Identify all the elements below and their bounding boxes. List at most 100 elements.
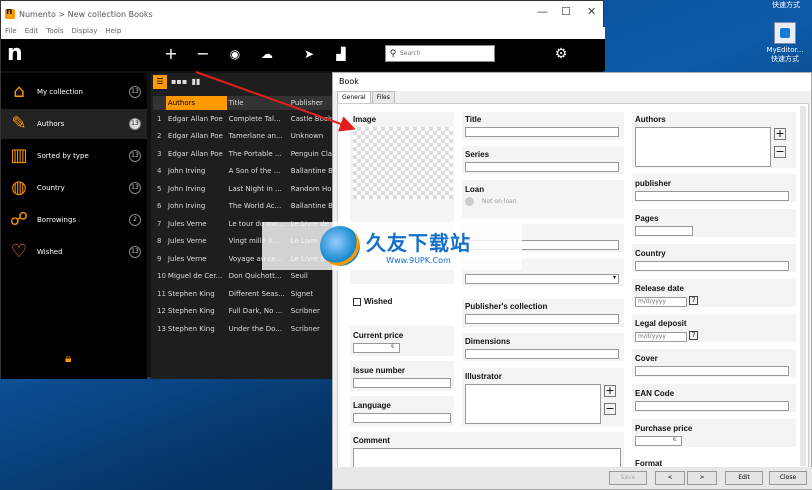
table-row[interactable]: 5 John Irving Last Night in ... Random Hous xyxy=(153,180,343,198)
table-row[interactable]: 12 Stephen King Full Dark, No ... Scribner xyxy=(153,303,343,321)
search-box[interactable]: ⚲ xyxy=(385,45,495,62)
save-button[interactable]: Save xyxy=(609,471,647,485)
count-badge: 13 xyxy=(129,86,141,98)
country-input[interactable] xyxy=(635,261,789,271)
table-row[interactable]: 13 Stephen King Under the Do... Scribner xyxy=(153,320,343,338)
sidebar-item-authors[interactable]: ✎ Authors 13 xyxy=(1,109,147,139)
edit-button[interactable]: Edit xyxy=(725,471,763,485)
count-badge: 13 xyxy=(129,246,141,258)
table-row[interactable]: 1 Edgar Allan Poe Complete Tal... Castle Bo… xyxy=(153,110,343,128)
search-input[interactable] xyxy=(400,47,492,60)
cell-author: Jules Verne xyxy=(167,219,207,228)
legal-deposit-input[interactable] xyxy=(635,331,687,342)
list-view-icon[interactable]: ☰ xyxy=(153,75,167,89)
loan-status-icon xyxy=(465,197,474,206)
add-illustrator-button[interactable]: + xyxy=(604,385,616,397)
wished-field: Wished xyxy=(353,297,392,309)
close-button[interactable]: Close xyxy=(769,471,807,485)
wished-checkbox[interactable] xyxy=(353,297,361,306)
calendar-icon[interactable]: 7 xyxy=(689,331,698,340)
table-row[interactable]: 3 Edgar Allan Poe The Portable ... Penguin … xyxy=(153,145,343,163)
sidebar-item-my-collection[interactable]: ⌂ My collection 13 xyxy=(1,77,147,107)
grid-view-icon[interactable]: ▪▪▪ xyxy=(171,75,187,89)
dropdown-select[interactable]: ▾ xyxy=(465,274,619,284)
cell-number: 8 xyxy=(157,237,162,246)
cell-title: Complete Tal... xyxy=(228,114,281,123)
remove-author-button[interactable]: − xyxy=(774,146,786,158)
cell-author: Miguel de Cer... xyxy=(167,272,223,281)
settings-gear-icon[interactable]: ⚙ xyxy=(551,44,571,64)
cover-input[interactable] xyxy=(635,366,789,376)
series-input[interactable] xyxy=(465,162,619,172)
close-window-button[interactable]: ✕ xyxy=(587,5,596,18)
title-input[interactable] xyxy=(465,127,619,137)
maximize-button[interactable]: ☐ xyxy=(561,5,571,18)
publisher-field: publisher xyxy=(635,179,789,201)
menu-help[interactable]: Help xyxy=(105,27,121,39)
cell-author: Stephen King xyxy=(167,324,215,333)
sidebar-item-wished[interactable]: ♡ Wished 13 xyxy=(1,237,147,267)
loan-label: Loan xyxy=(465,185,485,194)
statistics-icon[interactable]: ▟ xyxy=(331,44,351,64)
desktop-shortcut-myeditor[interactable]: MyEditor... 快速方式 xyxy=(760,22,810,64)
books-icon: ▥ xyxy=(10,145,28,166)
dimensions-input[interactable] xyxy=(465,349,619,359)
cloud-upload-icon[interactable]: ☁ xyxy=(257,44,277,64)
table-row[interactable]: 4 John Irving A Son of the ... Ballantine B… xyxy=(153,163,343,181)
add-author-button[interactable]: + xyxy=(774,128,786,140)
menu-display[interactable]: Display xyxy=(72,27,98,39)
cell-number: 10 xyxy=(157,272,166,281)
table-row[interactable]: 11 Stephen King Different Seas... Signet xyxy=(153,285,343,303)
table-row[interactable]: 6 John Irving The World Ac... Ballantine Bo xyxy=(153,198,343,216)
cell-title: Different Seas... xyxy=(228,289,285,298)
tab-general[interactable]: General xyxy=(337,91,371,103)
issue-number-input[interactable] xyxy=(353,378,451,388)
watermark-title: 久友下载站 xyxy=(366,231,471,255)
release-date-label: Release date xyxy=(635,284,684,293)
dialog-scrollbar[interactable] xyxy=(800,106,806,466)
cell-title: Full Dark, No ... xyxy=(228,307,283,316)
menu-file[interactable]: File xyxy=(5,27,17,39)
release-date-input[interactable] xyxy=(635,296,687,307)
table-row[interactable]: 10 Miguel de Cer... Don Quichott... Seuil xyxy=(153,268,343,286)
tab-files[interactable]: Files xyxy=(371,91,395,103)
watermark-logo xyxy=(320,226,360,266)
minimize-button[interactable]: — xyxy=(537,5,548,18)
ean-code-input[interactable] xyxy=(635,401,789,411)
remove-illustrator-button[interactable]: − xyxy=(604,403,616,415)
sidebar-item-country[interactable]: ◍ Country 13 xyxy=(1,173,147,203)
send-icon[interactable]: ➤ xyxy=(299,44,319,64)
issue-number-label: Issue number xyxy=(353,366,406,375)
col-header-title[interactable]: Title xyxy=(226,96,289,110)
menu-edit[interactable]: Edit xyxy=(25,27,39,39)
cell-number: 13 xyxy=(157,324,166,333)
series-label: Series xyxy=(465,150,490,159)
cell-number: 7 xyxy=(157,219,162,228)
calendar-icon[interactable]: 7 xyxy=(689,296,698,305)
publishers-collection-input[interactable] xyxy=(465,314,619,324)
sidebar-item-label: Country xyxy=(37,184,65,192)
cover-view-icon[interactable]: ▮▮ xyxy=(189,75,203,89)
lock-icon[interactable]: 🔒︎ xyxy=(65,351,71,366)
pages-input[interactable] xyxy=(635,226,693,236)
language-input[interactable] xyxy=(353,413,451,423)
shortcut-label: MyEditor... xyxy=(766,46,804,54)
authors-list[interactable] xyxy=(635,127,771,167)
sidebar-item-borrowings[interactable]: ☍ Borrowings 2 xyxy=(1,205,147,235)
menu-tools[interactable]: Tools xyxy=(46,27,63,39)
illustrator-list[interactable] xyxy=(465,384,601,424)
publisher-input[interactable] xyxy=(635,191,789,201)
sidebar-item-sorted-by-type[interactable]: ▥ Sorted by type 13 xyxy=(1,141,147,171)
cell-number: 11 xyxy=(157,289,166,298)
next-button[interactable]: > xyxy=(687,471,717,485)
table-row[interactable]: 2 Edgar Allan Poe Tamerlane an... Unknown xyxy=(153,128,343,146)
title-label: Title xyxy=(465,115,482,124)
loan-field: Loan Not on loan xyxy=(465,185,517,206)
image-placeholder[interactable] xyxy=(353,127,453,199)
remove-icon[interactable]: − xyxy=(193,44,213,64)
previous-button[interactable]: < xyxy=(655,471,685,485)
dialog-tabs: General Files xyxy=(333,91,811,103)
view-icon[interactable]: ◉ xyxy=(225,44,245,64)
add-icon[interactable]: + xyxy=(161,44,181,64)
col-header-authors[interactable]: Authors xyxy=(165,96,227,110)
